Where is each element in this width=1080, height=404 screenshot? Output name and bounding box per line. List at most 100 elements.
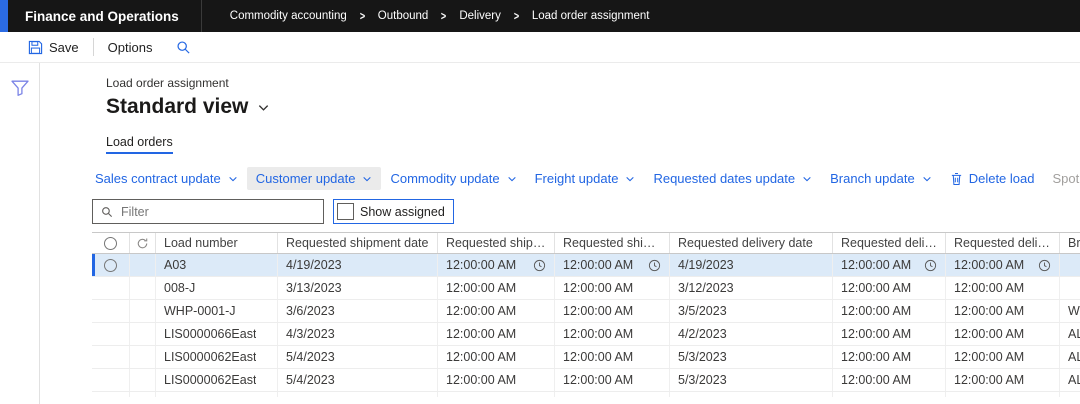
view-title[interactable]: Standard view bbox=[106, 95, 1080, 119]
topbar-divider bbox=[200, 0, 202, 32]
column-header-branch[interactable]: Branch bbox=[1060, 233, 1080, 253]
cell-req_delivery_start: 12:00:00 AM bbox=[833, 254, 946, 276]
action-menu-customer-update[interactable]: Customer update bbox=[246, 167, 382, 190]
column-header-req_delivery_start[interactable]: Requested delivery start t... bbox=[833, 233, 946, 253]
save-button-label: Save bbox=[49, 39, 79, 55]
cell-value: 12:00:00 AM bbox=[841, 396, 911, 397]
cell-load_number: LIS0000066East bbox=[156, 323, 278, 345]
cell-branch: WHP bbox=[1060, 300, 1080, 322]
row-select-cell[interactable] bbox=[92, 346, 130, 368]
options-button-label: Options bbox=[107, 39, 153, 55]
show-assigned-checkbox[interactable]: Show assigned bbox=[333, 199, 454, 224]
table-row[interactable]: LIS0000066East 4/3/2023 12:00:00 AM 12:00:0… bbox=[92, 323, 1080, 346]
cell-req_delivery_start: 12:00:00 AM bbox=[833, 323, 946, 345]
cell-value: 3/12/2023 bbox=[678, 281, 734, 295]
row-select-cell[interactable] bbox=[92, 323, 130, 345]
options-button[interactable]: Options bbox=[98, 32, 163, 62]
table-row[interactable]: WHP-0001-J 3/6/2023 12:00:00 AM 12:00:00 AM… bbox=[92, 300, 1080, 323]
breadcrumb-separator: > bbox=[359, 9, 365, 23]
cell-value: 3/6/2023 bbox=[286, 304, 335, 318]
table-row[interactable]: LIS0000062East 5/4/2023 12:00:00 AM 12:00:0… bbox=[92, 369, 1080, 392]
tab-load-orders[interactable]: Load orders bbox=[106, 135, 173, 154]
cell-value: 3/5/2023 bbox=[678, 304, 727, 318]
cell-value: 12:00:00 AM bbox=[954, 281, 1025, 295]
chevron-down-icon bbox=[625, 174, 635, 184]
action-menu-label: Requested dates update bbox=[653, 171, 796, 186]
row-select-cell[interactable] bbox=[92, 369, 130, 391]
cell-value: 12:00:00 AM bbox=[446, 327, 517, 341]
select-all-radio[interactable] bbox=[104, 236, 117, 250]
command-search-button[interactable] bbox=[176, 40, 191, 55]
action-menu-freight-update[interactable]: Freight update bbox=[526, 167, 645, 190]
filter-input[interactable] bbox=[119, 203, 315, 220]
cell-req_shipment_start: 12:00:00 AM bbox=[438, 346, 555, 368]
cell-value: 12:00:00 AM bbox=[446, 373, 517, 387]
cell-req_delivery_date: 5/3/2023 bbox=[670, 346, 833, 368]
row-select-cell[interactable] bbox=[92, 392, 130, 397]
column-header-label: Requested delivery date bbox=[678, 236, 813, 250]
table-row[interactable]: LIS0000062East 5/4/2023 12:00:00 AM 12:00:0… bbox=[92, 346, 1080, 369]
cell-req_delivery_end: 12:00:00 AM bbox=[946, 392, 1060, 397]
search-icon bbox=[176, 40, 191, 55]
action-bar: Sales contract update Customer update Comm… bbox=[86, 167, 1080, 190]
row-select-radio[interactable] bbox=[104, 258, 117, 272]
action-menu-commodity-update[interactable]: Commodity update bbox=[381, 167, 525, 190]
grid-header-row: Load number Requested shipment date Reques… bbox=[92, 232, 1080, 254]
cell-load_number: LIS0000062East bbox=[156, 369, 278, 391]
action-menu-branch-update[interactable]: Branch update bbox=[821, 167, 941, 190]
cell-req_shipment_end: 12:00:00 AM bbox=[555, 323, 670, 345]
cell-value: 12:00:00 AM bbox=[954, 327, 1025, 341]
table-row[interactable]: A03 4/19/2023 12:00:00 AM 12:00:00 AM 4/19/2… bbox=[92, 254, 1080, 277]
breadcrumb-item[interactable]: Load order assignment bbox=[532, 10, 650, 22]
column-header-req_shipment_start[interactable]: Requested shipment start... bbox=[438, 233, 555, 253]
column-header-req_delivery_date[interactable]: Requested delivery date bbox=[670, 233, 833, 253]
table-row[interactable]: 008-J 3/13/2023 12:00:00 AM 12:00:00 AM 3/12… bbox=[92, 277, 1080, 300]
cell-req_delivery_date: 3/12/2023 bbox=[670, 277, 833, 299]
cell-value: 12:00:00 AM bbox=[563, 350, 634, 364]
column-header-req_delivery_end[interactable]: Requested delivery end ti... bbox=[946, 233, 1060, 253]
column-header-req_shipment_date[interactable]: Requested shipment date bbox=[278, 233, 438, 253]
spot-contract-button[interactable]: Spot contract bbox=[1043, 167, 1080, 190]
cell-branch bbox=[1060, 254, 1080, 276]
breadcrumb-item[interactable]: Outbound bbox=[378, 10, 429, 22]
show-assigned-label: Show assigned bbox=[360, 204, 445, 219]
row-select-cell[interactable] bbox=[92, 277, 130, 299]
row-refresh-cell bbox=[130, 323, 156, 345]
chevron-down-icon bbox=[257, 101, 270, 114]
cell-req_delivery_date: 4/2/2023 bbox=[670, 323, 833, 345]
breadcrumb-separator: > bbox=[513, 9, 519, 23]
breadcrumb-item[interactable]: Delivery bbox=[459, 10, 501, 22]
cell-value: LIS0000062East bbox=[164, 373, 257, 387]
delete-load-button[interactable]: Delete load bbox=[941, 167, 1044, 190]
column-header-req_shipment_end[interactable]: Requested shipment end ... bbox=[555, 233, 670, 253]
action-menu-requested-dates-update[interactable]: Requested dates update bbox=[644, 167, 821, 190]
cell-req_delivery_date: 4/19/2023 bbox=[670, 254, 833, 276]
cell-value: ALX bbox=[1068, 327, 1080, 341]
cell-value: 5/4/2023 bbox=[286, 350, 335, 364]
select-all-cell[interactable] bbox=[92, 233, 130, 253]
cell-req_delivery_end: 12:00:00 AM bbox=[946, 369, 1060, 391]
cell-req_shipment_date: 4/1/2023 bbox=[278, 392, 438, 397]
cell-branch bbox=[1060, 277, 1080, 299]
table-row[interactable]: LIS0000055East 4/1/2023 12:00:00 AM 12:00:0… bbox=[92, 392, 1080, 397]
cell-req_delivery_start: 12:00:00 AM bbox=[833, 392, 946, 397]
page-caption: Load order assignment bbox=[106, 76, 229, 90]
cell-value: 12:00:00 AM bbox=[563, 373, 634, 387]
refresh-header-cell[interactable] bbox=[130, 233, 156, 253]
row-select-cell[interactable] bbox=[92, 300, 130, 322]
cell-value: 12:00:00 AM bbox=[563, 396, 633, 397]
cell-req_delivery_start: 12:00:00 AM bbox=[833, 369, 946, 391]
column-header-load_number[interactable]: Load number bbox=[156, 233, 278, 253]
cell-req_delivery_end: 12:00:00 AM bbox=[946, 254, 1060, 276]
row-select-cell[interactable] bbox=[92, 254, 130, 276]
cell-value: 4/19/2023 bbox=[678, 258, 734, 272]
save-button[interactable]: Save bbox=[18, 32, 89, 62]
chevron-down-icon bbox=[362, 174, 372, 184]
breadcrumb-item[interactable]: Commodity accounting bbox=[230, 10, 347, 22]
selected-row-accent bbox=[92, 254, 95, 276]
cell-value: 5/4/2023 bbox=[286, 373, 335, 387]
action-menu-sales-contract-update[interactable]: Sales contract update bbox=[86, 167, 247, 190]
cell-req_delivery_end: 12:00:00 AM bbox=[946, 277, 1060, 299]
app-title[interactable]: Finance and Operations bbox=[25, 9, 179, 24]
filter-funnel-icon[interactable] bbox=[10, 79, 30, 404]
